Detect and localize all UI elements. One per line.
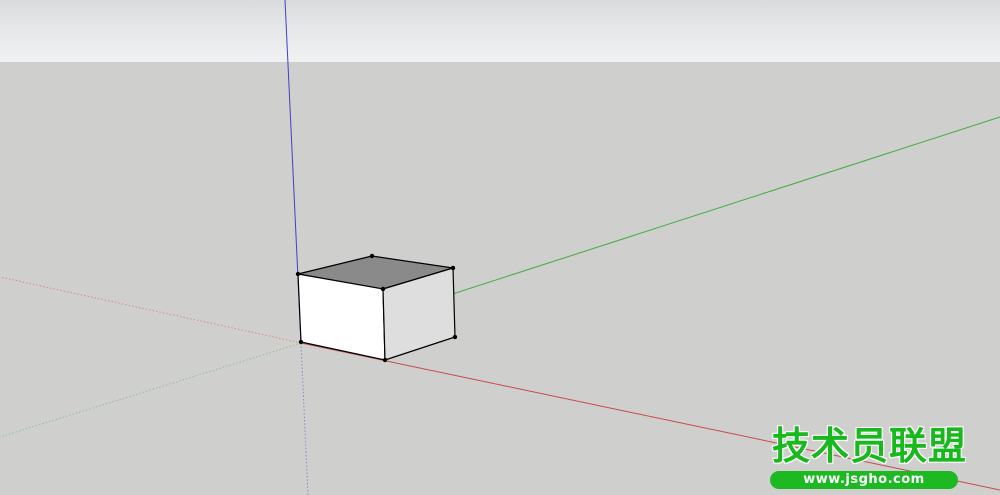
watermark-logo: 技术员联盟 www.jsgho.com [766, 424, 968, 492]
box-vertex[interactable] [380, 286, 386, 292]
watermark-title: 技术员联盟 [772, 424, 968, 468]
watermark-url: www.jsgho.com [770, 471, 958, 489]
modeling-viewport[interactable]: 技术员联盟 www.jsgho.com [0, 0, 1000, 495]
box-vertex[interactable] [369, 253, 375, 259]
box-model[interactable] [295, 253, 458, 363]
box-vertex[interactable] [452, 334, 458, 340]
red-axis-negative [0, 276, 302, 344]
green-axis-negative [0, 342, 302, 438]
box-vertex[interactable] [450, 265, 456, 271]
blue-axis-negative [300, 342, 309, 495]
box-vertex[interactable] [295, 271, 301, 277]
scene-canvas[interactable] [0, 0, 1000, 495]
box-vertex[interactable] [298, 339, 304, 345]
box-vertex[interactable] [382, 357, 388, 363]
box-front-face[interactable] [297, 273, 386, 361]
